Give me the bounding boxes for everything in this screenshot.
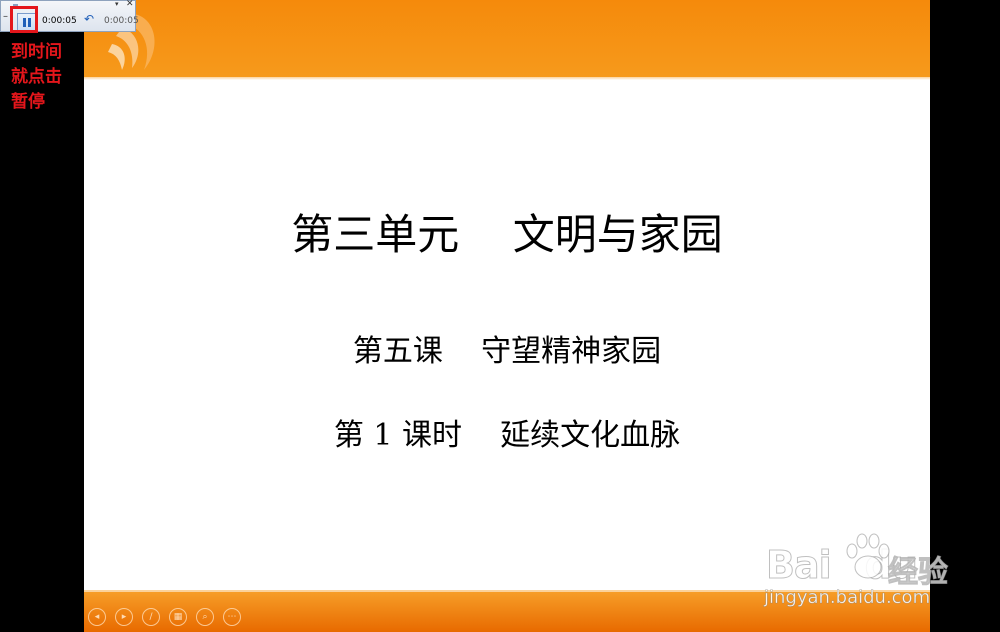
next-icon[interactable]: ▸ xyxy=(115,608,133,626)
slide-lesson-subtitle: 第五课 守望精神家园 xyxy=(352,334,662,369)
dropdown-icon[interactable]: ▾ xyxy=(115,0,119,8)
screen: 第三单元 文明与家园 第五课 守望精神家园 第 1 课时 延续文化血脉 ◂ ▸ … xyxy=(0,0,1000,632)
previous-icon[interactable]: ◂ xyxy=(88,608,106,626)
baidu-jingyan-watermark: Bai du 经验 jingyan.baidu.com xyxy=(760,525,960,615)
pen-icon[interactable]: ∕ xyxy=(142,608,160,626)
elapsed-time: 0:00:05 xyxy=(42,16,77,26)
slideshow-nav-controls: ◂ ▸ ∕ ▦ ⌕ ⋯ xyxy=(88,608,246,626)
slides-grid-icon[interactable]: ▦ xyxy=(169,608,187,626)
slide-period-subtitle: 第 1 课时 延续文化血脉 xyxy=(333,418,681,453)
instruction-annotation: 到时间 就点击 暂停 xyxy=(11,42,62,112)
watermark-brand: 经验 xyxy=(888,555,949,591)
undo-icon[interactable]: ↶ xyxy=(84,12,94,26)
watermark-url: jingyan.baidu.com xyxy=(764,587,931,609)
total-time: 0:00:05 xyxy=(104,16,139,26)
zoom-icon[interactable]: ⌕ xyxy=(196,608,214,626)
close-icon[interactable]: ✕ xyxy=(126,0,134,9)
watermark-logo-bai: Bai xyxy=(766,543,833,588)
minimize-icon[interactable]: – xyxy=(3,11,8,22)
more-options-icon[interactable]: ⋯ xyxy=(223,608,241,626)
slide-header-band xyxy=(84,0,930,80)
slide-title: 第三单元 文明与家园 xyxy=(291,210,723,259)
pause-highlight-box xyxy=(10,6,38,33)
